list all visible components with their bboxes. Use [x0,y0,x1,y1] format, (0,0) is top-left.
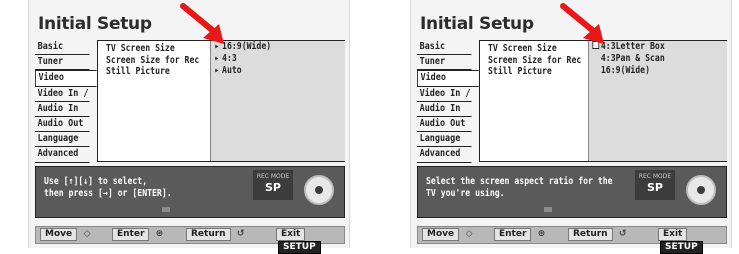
tab-audio-in[interactable]: Audio In [35,102,90,117]
option-triangle-icon: ▸ [214,65,220,76]
disc-icon [686,175,716,205]
option-triangle-icon: ▸ [214,53,220,64]
tab-tuner[interactable]: Tuner [35,55,90,71]
rec-mode-indicator: REC MODE SP [635,170,675,200]
help-message: Use [↑][↓] to select, then press [→] or … [44,176,172,199]
option-label: Auto [222,65,242,76]
tab-video[interactable]: Video [35,70,97,87]
setting-screen-size-for-rec[interactable]: Screen Size for Rec [106,55,199,67]
nav-enter: Enter ⊛ [494,228,551,241]
message-box: Use [↑][↓] to select, then press [→] or … [35,166,345,218]
setting-screen-size-for-rec[interactable]: Screen Size for Rec [488,55,581,67]
tab-video-in-out[interactable]: Video In / Out [417,87,472,102]
rec-mode-indicator: REC MODE SP [253,170,293,200]
nav-bar: Move ◇ Enter ⊛ Return ↺ ExitSETUP [417,226,727,254]
option-item[interactable]: ▸ Auto [211,65,325,77]
page-title: Initial Setup [420,14,534,34]
nav-return: Return ↺ [568,228,633,241]
nav-exit: ExitSETUP [276,228,344,254]
enter-dial-icon: ⊛ [155,229,164,239]
tab-tuner[interactable]: Tuner [417,55,472,71]
message-pointer [162,207,170,212]
option-label: 16:9(Wide) [600,65,651,76]
tab-basic[interactable]: Basic [35,40,90,56]
disc-icon [304,175,334,205]
option-label: 4:3 [222,53,237,64]
nav-enter: Enter ⊛ [112,228,169,241]
option-item[interactable]: 4:3Pan & Scan [589,53,706,65]
tab-language[interactable]: Language [417,132,472,148]
red-pointer-arrow [180,3,224,44]
dpad-icon: ◇ [465,229,473,239]
settings-panel: TV Screen Size Screen Size for Rec Still… [97,40,345,162]
tab-video[interactable]: Video [417,70,479,87]
option-label: 4:3Pan & Scan [600,53,665,64]
message-pointer [544,207,552,212]
nav-move: Move ◇ [40,228,97,241]
options-column: ▸ 16:9(Wide) ▸ 4:3 ▸ Auto [210,41,345,161]
setup-screen-right: Initial Setup Basic Tuner Video Video In… [410,0,732,254]
nav-move: Move ◇ [422,228,479,241]
settings-panel: TV Screen Size Screen Size for Rec Still… [479,40,727,162]
tab-advanced[interactable]: Advanced [417,147,472,163]
tab-audio-out[interactable]: Audio Out [35,117,90,133]
tab-video-in-out[interactable]: Video In / Out [35,87,90,102]
rec-mode-value: SP [265,181,281,194]
return-icon: ↺ [236,229,245,239]
page-title: Initial Setup [38,14,152,34]
enter-dial-icon: ⊛ [537,229,546,239]
help-message: Select the screen aspect ratio for the T… [426,176,613,199]
dpad-icon: ◇ [83,229,91,239]
nav-bar: Move ◇ Enter ⊛ Return ↺ ExitSETUP [35,226,345,254]
rec-mode-label: REC MODE [256,173,290,180]
return-icon: ↺ [618,229,627,239]
nav-exit: ExitSETUP [658,228,726,254]
message-box: Select the screen aspect ratio for the T… [417,166,727,218]
rec-mode-label: REC MODE [638,173,672,180]
option-item[interactable]: ▸ 4:3 [211,53,325,65]
tab-language[interactable]: Language [35,132,90,148]
setting-still-picture[interactable]: Still Picture [488,66,581,78]
tab-audio-out[interactable]: Audio Out [417,117,472,133]
options-column: 4:3Letter Box 4:3Pan & Scan 16:9(Wide) [588,41,727,161]
rec-mode-value: SP [647,181,663,194]
tab-list: Basic Tuner Video Video In / Out Audio I… [417,40,479,163]
option-item[interactable]: 16:9(Wide) [589,65,706,77]
tab-basic[interactable]: Basic [417,40,472,56]
nav-return: Return ↺ [186,228,251,241]
tab-advanced[interactable]: Advanced [35,147,90,163]
setup-screen-left: Initial Setup Basic Tuner Video Video In… [28,0,350,254]
tab-audio-in[interactable]: Audio In [417,102,472,117]
red-pointer-arrow [560,3,604,44]
tab-list: Basic Tuner Video Video In / Out Audio I… [35,40,97,163]
setting-still-picture[interactable]: Still Picture [106,66,199,78]
